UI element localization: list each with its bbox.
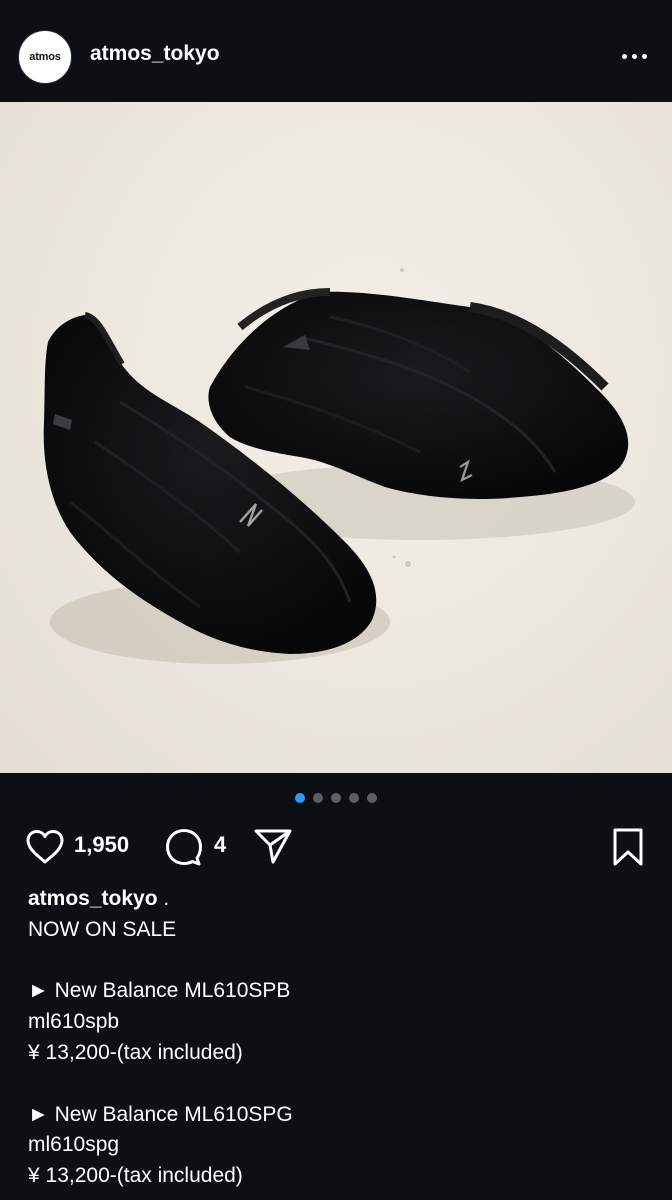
post-username[interactable]: atmos_tokyo xyxy=(90,42,220,66)
carousel-dot-active xyxy=(295,793,305,803)
comment-count[interactable]: 4 xyxy=(214,832,226,858)
caption-line: ml610spg xyxy=(28,1133,120,1157)
caption-line: ¥ 13,200-(tax included) xyxy=(28,1164,243,1188)
heart-icon[interactable] xyxy=(24,828,66,866)
caption-line: ► New Balance ML610SPG xyxy=(28,1102,293,1126)
avatar[interactable]: atmos xyxy=(18,30,72,84)
caption-line: NOW ON SALE xyxy=(28,917,177,941)
caption-line: ¥ 13,200-(tax included) xyxy=(28,1040,243,1064)
avatar-logo: atmos xyxy=(29,51,61,63)
bookmark-icon[interactable] xyxy=(608,826,648,868)
caption-header: atmos_tokyo . xyxy=(28,884,648,915)
carousel-indicator xyxy=(0,793,672,805)
post-actions: 1,950 4 xyxy=(0,820,672,872)
carousel-dot xyxy=(331,793,341,803)
carousel-dot xyxy=(367,793,377,803)
caption-line: ml610spb xyxy=(28,1010,120,1034)
more-options-icon[interactable] xyxy=(614,38,654,74)
carousel-dot xyxy=(313,793,323,803)
post-caption: atmos_tokyo . NOW ON SALE ► New Balance … xyxy=(28,884,648,1192)
caption-line: ► New Balance ML610SPB xyxy=(28,979,291,1003)
share-icon[interactable] xyxy=(252,826,294,866)
post-header: atmos atmos_tokyo xyxy=(0,0,672,102)
post-image[interactable] xyxy=(0,102,672,773)
carousel-dot xyxy=(349,793,359,803)
like-count[interactable]: 1,950 xyxy=(74,832,129,858)
sneakers-photo xyxy=(43,268,635,664)
comment-icon[interactable] xyxy=(164,827,204,867)
caption-username-suffix: . xyxy=(157,887,170,910)
caption-username[interactable]: atmos_tokyo xyxy=(28,887,158,910)
